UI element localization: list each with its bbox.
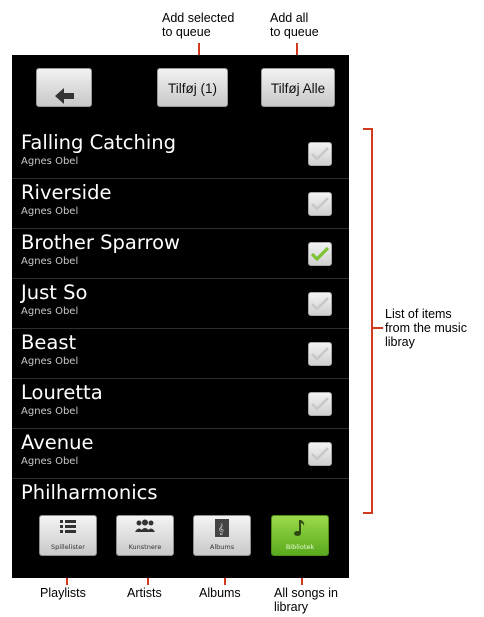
- arrow-left-icon: [55, 80, 75, 119]
- svg-text:𝄞: 𝄞: [218, 523, 224, 535]
- song-checkbox[interactable]: [308, 242, 332, 266]
- song-checkbox[interactable]: [308, 192, 332, 216]
- song-checkbox[interactable]: [308, 142, 332, 166]
- list-bracket-vertical: [371, 128, 373, 514]
- annotation-line: List of items: [385, 307, 452, 321]
- list-bracket-pointer: [372, 327, 383, 329]
- checkmark-faint-icon: [311, 347, 329, 361]
- song-artist: Agnes Obel: [21, 406, 79, 417]
- song-artist: Agnes Obel: [21, 306, 79, 317]
- song-title: Falling Catching: [21, 131, 177, 154]
- nav-artists-label: Kunstnere: [128, 543, 162, 551]
- song-row[interactable]: Just So Agnes Obel: [12, 279, 349, 328]
- song-artist: Agnes Obel: [21, 456, 79, 467]
- checkmark-icon: [311, 246, 329, 262]
- nav-library-label: Bibliotek: [285, 543, 315, 551]
- nav-library[interactable]: Bibliotek: [271, 515, 329, 556]
- song-row[interactable]: Riverside Agnes Obel: [12, 179, 349, 228]
- checkmark-faint-icon: [311, 397, 329, 411]
- song-title: Philharmonics: [21, 481, 158, 504]
- song-checkbox[interactable]: [308, 292, 332, 316]
- nav-artists[interactable]: Kunstnere: [116, 515, 174, 556]
- people-icon: [117, 519, 173, 538]
- song-checkbox[interactable]: [308, 342, 332, 366]
- song-title: Louretta: [21, 381, 103, 404]
- annotation-line: Add all: [270, 11, 309, 25]
- song-title: Avenue: [21, 431, 94, 454]
- checkmark-faint-icon: [311, 447, 329, 461]
- annotation-add-selected: Add selected to queue: [162, 11, 234, 39]
- song-row[interactable]: Brother Sparrow Agnes Obel: [12, 229, 349, 278]
- checkmark-faint-icon: [311, 147, 329, 161]
- annotation-artists: Artists: [127, 586, 162, 600]
- nav-playlists-label: Spillelister: [51, 543, 85, 551]
- song-artist: Agnes Obel: [21, 356, 79, 367]
- song-title: Beast: [21, 331, 77, 354]
- nav-albums-label: Albums: [209, 543, 235, 551]
- bottom-nav: Spillelister Kunstnere 𝄞 Albums Bibliote…: [12, 507, 349, 578]
- annotation-line: All songs in: [274, 586, 338, 600]
- list-icon: [40, 519, 96, 538]
- annotation-all-songs: All songs in library: [274, 586, 338, 614]
- song-artist: Agnes Obel: [21, 206, 79, 217]
- annotation-line: to queue: [270, 25, 319, 39]
- nav-playlists[interactable]: Spillelister: [39, 515, 97, 556]
- song-checkbox[interactable]: [308, 442, 332, 466]
- checkmark-faint-icon: [311, 197, 329, 211]
- add-selected-button[interactable]: Tilføj (1): [157, 68, 228, 107]
- annotation-albums: Albums: [199, 586, 241, 600]
- music-note-icon: [272, 519, 328, 542]
- song-checkbox[interactable]: [308, 392, 332, 416]
- annotation-line: Add selected: [162, 11, 235, 25]
- song-row[interactable]: Falling Catching Agnes Obel: [12, 129, 349, 178]
- song-row[interactable]: Louretta Agnes Obel: [12, 379, 349, 428]
- song-title: Just So: [21, 281, 88, 304]
- song-row[interactable]: Beast Agnes Obel: [12, 329, 349, 378]
- annotation-list-items: List of items from the music libray: [385, 307, 467, 349]
- song-title: Riverside: [21, 181, 112, 204]
- nav-albums[interactable]: 𝄞 Albums: [193, 515, 251, 556]
- add-all-button[interactable]: Tilføj Alle: [261, 68, 335, 107]
- back-button[interactable]: [36, 68, 92, 107]
- phone-screen: Tilføj (1) Tilføj Alle Falling Catching A…: [12, 55, 349, 578]
- annotation-playlists: Playlists: [40, 586, 86, 600]
- song-title: Brother Sparrow: [21, 231, 180, 254]
- annotation-line: from the music: [385, 321, 467, 335]
- list-bracket-bottom: [363, 512, 373, 514]
- checkmark-faint-icon: [311, 297, 329, 311]
- album-icon: 𝄞: [194, 519, 250, 542]
- annotation-add-all: Add all to queue: [270, 11, 319, 39]
- song-artist: Agnes Obel: [21, 256, 79, 267]
- song-artist: Agnes Obel: [21, 156, 79, 167]
- song-row[interactable]: Avenue Agnes Obel: [12, 429, 349, 478]
- annotation-line: to queue: [162, 25, 211, 39]
- annotation-line: library: [274, 600, 309, 614]
- annotation-line: libray: [385, 335, 415, 349]
